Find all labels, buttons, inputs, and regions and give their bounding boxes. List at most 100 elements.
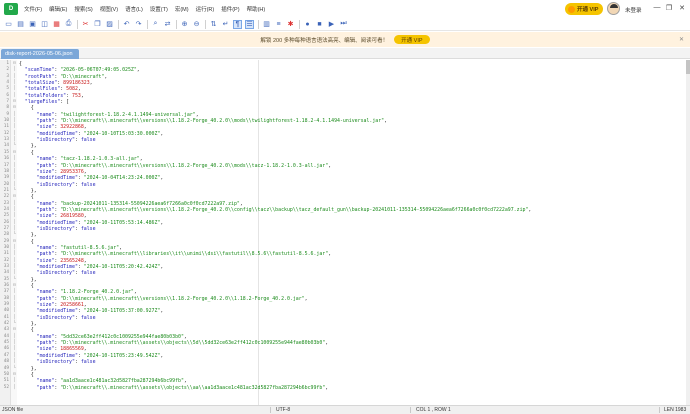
status-divider: [270, 407, 271, 413]
code-token: ,: [160, 130, 164, 137]
zoom-in-icon[interactable]: ⊕: [180, 20, 189, 29]
code-token: {: [19, 194, 34, 201]
tab-disk-report[interactable]: disk-report-2026-05-06.json: [1, 49, 79, 59]
bookmark-icon[interactable]: ✱: [286, 20, 295, 29]
code-token: ,: [104, 73, 108, 80]
code-token: "isDirectory": [36, 137, 75, 144]
code-token: "name": [36, 378, 55, 385]
menu-run[interactable]: 运行(R): [196, 5, 215, 13]
close-file-icon[interactable]: ▦: [52, 20, 61, 29]
menu-settings[interactable]: 设置(T): [150, 5, 168, 13]
code-token: "2024-10-11T05:53:14.486Z": [83, 219, 161, 226]
open-file-icon[interactable]: ▤: [16, 20, 25, 29]
status-divider: [659, 407, 660, 413]
folder-view-icon[interactable]: ▥: [262, 20, 271, 29]
code-token: false: [80, 225, 96, 232]
close-window-icon[interactable]: ✕: [677, 4, 687, 12]
redo-icon[interactable]: ↷: [134, 20, 143, 29]
code-token: "modifiedTime": [36, 264, 78, 270]
undo-icon[interactable]: ↶: [122, 20, 131, 29]
code-token: false: [80, 314, 96, 321]
function-list-icon[interactable]: ≡: [274, 20, 283, 29]
show-all-chars-icon[interactable]: ¶: [233, 19, 242, 29]
code-token: "name": [36, 200, 55, 207]
code-token: "D:\\minecraft\\.minecraft\\assets\\obje…: [60, 340, 326, 347]
replace-icon[interactable]: ⇄: [163, 20, 172, 29]
menu-file[interactable]: 文件(F): [24, 5, 42, 13]
code-token: ,: [304, 295, 308, 302]
code-token: "2024-10-10T15:03:30.000Z": [83, 130, 161, 137]
menu-macro[interactable]: 宏(M): [175, 5, 189, 13]
code-token: "name": [36, 156, 55, 163]
code-token: 753: [72, 92, 81, 99]
maximize-icon[interactable]: ❐: [664, 4, 674, 12]
code-token: "totalFolders": [24, 92, 67, 99]
code-editor[interactable]: 1 ⊟{2 │ "scanTime": "2026-05-06T07:49:05.0…: [0, 60, 690, 405]
code-token: "isDirectory": [36, 270, 75, 277]
code-token: "size": [36, 302, 55, 309]
status-bar: JSON file UTF-8 COL 1 , ROW 1 LEN 1983: [0, 405, 690, 414]
code-token: 32922868: [60, 124, 84, 131]
code-token: },: [19, 321, 37, 328]
code-token: ,: [183, 333, 187, 340]
toolbar-divider: [258, 19, 259, 29]
toolbar-divider: [205, 19, 206, 29]
zoom-out-icon[interactable]: ⊖: [192, 20, 201, 29]
menu-help[interactable]: 帮助(H): [247, 5, 266, 13]
code-token: ,: [133, 289, 137, 296]
vip-button-label: 开通 VIP: [577, 7, 599, 13]
find-icon[interactable]: ⌕: [151, 20, 160, 29]
code-token: "totalSize": [24, 80, 58, 87]
minimize-icon[interactable]: —: [652, 4, 662, 11]
menu-edit[interactable]: 编辑(E): [49, 5, 67, 13]
code-token: "2026-05-06T07:49:05.025Z": [60, 67, 137, 74]
code-token: "modifiedTime": [36, 130, 78, 137]
paste-icon[interactable]: ▨: [105, 20, 114, 29]
close-icon[interactable]: ✕: [679, 36, 684, 43]
code-token: {: [19, 371, 34, 378]
toolbar-divider: [176, 19, 177, 29]
code-token: "twilightforest-1.18.2-4.1.1494-universa…: [60, 111, 196, 118]
word-wrap-icon[interactable]: ↵: [221, 20, 230, 29]
vip-button[interactable]: 开通 VIP: [565, 3, 604, 15]
cursor-position-label: COL 1 , ROW 1: [416, 407, 451, 413]
sync-scroll-icon[interactable]: ⇅: [209, 20, 218, 29]
code-token: "path": [36, 162, 55, 169]
code-token: ,: [89, 80, 93, 87]
menu-language[interactable]: 语言(L): [125, 5, 143, 13]
copy-icon[interactable]: ❐: [93, 20, 102, 29]
indent-guide-icon[interactable]: ☰: [245, 19, 254, 29]
menu-search[interactable]: 搜索(S): [74, 5, 92, 13]
vertical-scrollbar[interactable]: [686, 60, 690, 405]
menu-view[interactable]: 视图(V): [100, 5, 118, 13]
cut-icon[interactable]: ✂: [81, 20, 90, 29]
banner-vip-button[interactable]: 开通 VIP: [394, 35, 430, 44]
stop-macro-icon[interactable]: ■: [315, 20, 324, 29]
record-macro-icon[interactable]: ●: [303, 20, 312, 29]
code-token: "D:\\minecraft\\.minecraft\\assets\\obje…: [60, 384, 326, 391]
new-file-icon[interactable]: ▭: [4, 20, 13, 29]
save-all-icon[interactable]: ◫: [40, 20, 49, 29]
code-token: "2024-10-11T05:23:49.542Z": [83, 352, 161, 359]
code-token: ,: [119, 244, 123, 251]
code-token: "name": [36, 111, 55, 118]
login-label[interactable]: 未登录: [625, 6, 642, 14]
scrollbar-thumb[interactable]: [686, 60, 690, 74]
save-icon[interactable]: ▣: [28, 20, 37, 29]
print-icon[interactable]: ⎙: [64, 20, 73, 29]
play-macro-icon[interactable]: ▶: [327, 20, 336, 29]
fold-guide: │: [13, 384, 16, 390]
code-token: {: [19, 149, 34, 156]
save-macro-icon[interactable]: ⏭: [339, 20, 348, 29]
code-token: 20258661: [60, 302, 84, 309]
encoding-label[interactable]: UTF-8: [276, 407, 290, 413]
avatar[interactable]: [607, 2, 620, 15]
menu-plugins[interactable]: 插件(P): [221, 5, 239, 13]
